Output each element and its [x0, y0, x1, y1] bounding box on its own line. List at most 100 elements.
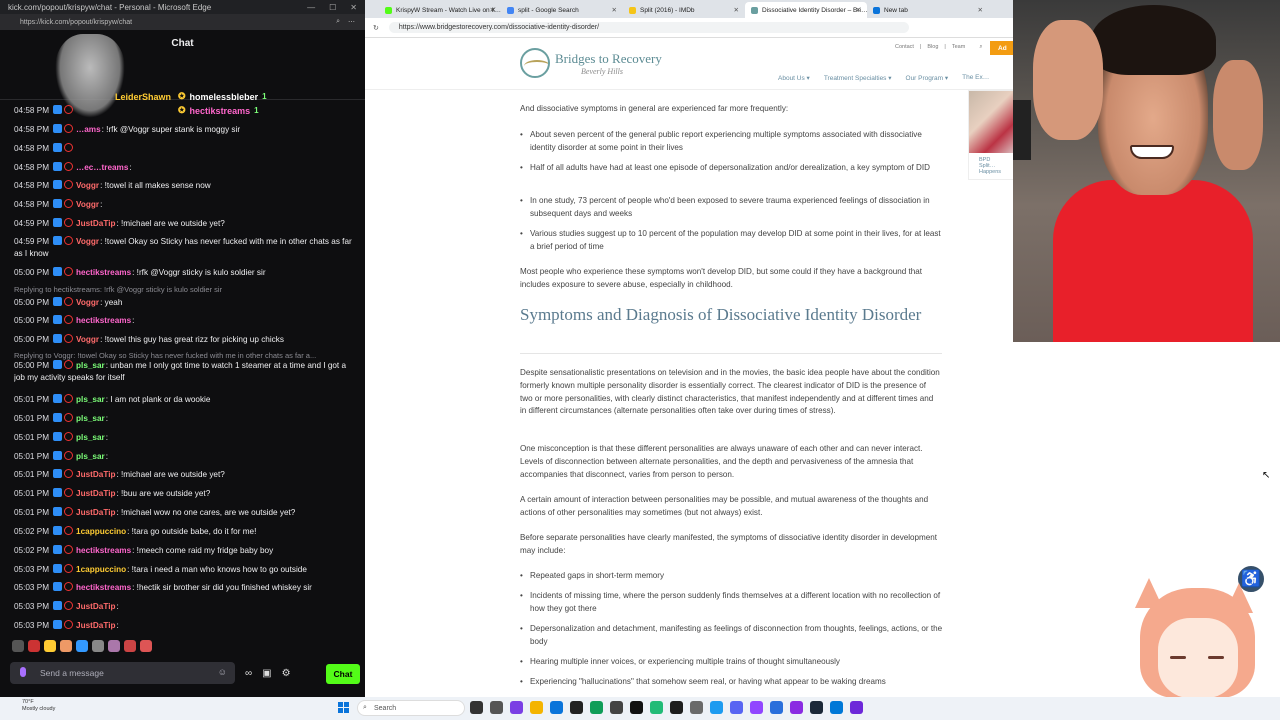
browser-tab[interactable]: split - Google Search ✕ [501, 2, 623, 18]
app-icon[interactable] [630, 701, 643, 714]
refresh-icon[interactable]: ↻ [373, 24, 379, 32]
close-tab-icon[interactable]: ✕ [490, 6, 495, 14]
zoom-icon[interactable]: ⌕ [336, 18, 340, 26]
message-username[interactable]: …ec…treams [76, 163, 128, 172]
leader-2[interactable]: ✪ homelessbleber 1 [178, 91, 267, 102]
message-username[interactable]: Voggr [76, 335, 99, 344]
app-icon[interactable] [830, 701, 843, 714]
chat-send-button[interactable]: Chat [326, 664, 360, 684]
taskbar-search[interactable]: ⌕ Search [357, 700, 465, 716]
message-username[interactable]: Voggr [76, 237, 99, 246]
tab-label: split - Google Search [518, 6, 579, 14]
app-icon[interactable] [490, 701, 503, 714]
message-username[interactable]: pls_sar [76, 395, 105, 404]
emote-icon[interactable] [12, 640, 24, 652]
folder-icon[interactable] [530, 701, 543, 714]
message-username[interactable]: JustDaTip [76, 621, 115, 630]
badge-icon [53, 124, 63, 133]
url-field[interactable]: https://www.bridgestorecovery.com/dissoc… [388, 22, 909, 33]
message-username[interactable]: Voggr [76, 298, 99, 307]
message-username[interactable]: hectikstreams [76, 546, 131, 555]
app-icon[interactable] [750, 701, 763, 714]
nav-program[interactable]: Our Program ▾ [906, 74, 949, 82]
close-tab-icon[interactable]: ✕ [612, 6, 617, 14]
message-username[interactable]: JustDaTip [76, 489, 115, 498]
reply-context[interactable]: Replying to hectikstreams: !rfk @Voggr s… [14, 285, 354, 294]
contact-link[interactable]: Contact [895, 44, 914, 51]
related-post-card[interactable]: BPD Split… Happens [968, 90, 1018, 180]
app-icon[interactable] [470, 701, 483, 714]
search-icon[interactable]: ⌕ [979, 44, 982, 51]
users-icon[interactable]: ∞ [245, 668, 252, 679]
more-icon[interactable]: ⋯ [348, 18, 355, 26]
app-icon[interactable] [790, 701, 803, 714]
close-icon[interactable]: ✕ [350, 3, 357, 12]
app-icon[interactable] [510, 701, 523, 714]
message-username[interactable]: JustDaTip [76, 508, 115, 517]
windows-start-icon[interactable] [338, 702, 349, 713]
emote-icon[interactable] [92, 640, 104, 652]
reply-context[interactable]: Replying to Voggr: !towel Okay so Sticky… [14, 351, 354, 360]
message-username[interactable]: hectikstreams [76, 268, 131, 277]
chat-url-bar[interactable]: https://kick.com/popout/krispyw/chat ⌕ ⋯ [0, 14, 365, 30]
app-icon[interactable] [610, 701, 623, 714]
edge-icon[interactable] [550, 701, 563, 714]
app-icon[interactable] [850, 701, 863, 714]
nav-more[interactable]: The Ex… [962, 74, 989, 82]
app-icon[interactable] [570, 701, 583, 714]
app-icon[interactable] [710, 701, 723, 714]
message-username[interactable]: Voggr [76, 200, 99, 209]
message-time: 04:58 PM [14, 163, 50, 172]
emote-icon[interactable] [60, 640, 72, 652]
browser-tab[interactable]: Dissociative Identity Disorder – Bri… ✕ [745, 2, 867, 18]
emote-icon[interactable] [124, 640, 136, 652]
steam-icon[interactable] [810, 701, 823, 714]
close-tab-icon[interactable]: ✕ [856, 6, 861, 14]
emote-icon[interactable] [140, 640, 152, 652]
discord-icon[interactable] [730, 701, 743, 714]
app-icon[interactable] [670, 701, 683, 714]
app-icon[interactable] [690, 701, 703, 714]
emote-icon[interactable] [108, 640, 120, 652]
emote-icon[interactable] [28, 640, 40, 652]
message-username[interactable]: …ams [76, 125, 101, 134]
browser-tab[interactable]: New tab ✕ [867, 2, 989, 18]
browser-tab[interactable]: Split (2016) - IMDb ✕ [623, 2, 745, 18]
message-username[interactable]: JustDaTip [76, 470, 115, 479]
emote-icon[interactable] [76, 640, 88, 652]
message-username[interactable]: pls_sar [76, 452, 105, 461]
blog-link[interactable]: Blog [927, 44, 938, 51]
gear-icon[interactable]: ⚙ [282, 668, 291, 679]
message-text: : [100, 200, 103, 209]
tab-label: KrispyW Stream - Watch Live on K… [396, 6, 501, 14]
message-username[interactable]: pls_sar [76, 433, 105, 442]
message-username[interactable]: pls_sar [76, 361, 105, 370]
app-icon[interactable] [650, 701, 663, 714]
nav-about[interactable]: About Us ▾ [778, 74, 810, 82]
close-tab-icon[interactable]: ✕ [978, 6, 983, 14]
message-username[interactable]: 1cappuccino [76, 565, 126, 574]
weather-widget[interactable]: 70°F Mostly cloudy [22, 699, 55, 713]
message-username[interactable]: Voggr [76, 181, 99, 190]
site-logo[interactable]: Bridges to Recovery Beverly Hills [520, 48, 662, 78]
maximize-icon[interactable]: ☐ [329, 3, 336, 12]
message-username[interactable]: 1cappuccino [76, 527, 126, 536]
message-input[interactable]: Send a message ☺ [10, 662, 235, 684]
app-icon[interactable] [770, 701, 783, 714]
team-link[interactable]: Team [952, 44, 965, 51]
gift-icon[interactable]: ▣ [262, 668, 271, 679]
message-username[interactable]: JustDaTip [76, 219, 115, 228]
close-tab-icon[interactable]: ✕ [734, 6, 739, 14]
browser-tab[interactable]: KrispyW Stream - Watch Live on K… ✕ [379, 2, 501, 18]
message-username[interactable]: pls_sar [76, 414, 105, 423]
message-time: 05:00 PM [14, 298, 50, 307]
emoji-icon[interactable]: ☺ [218, 667, 227, 677]
message-username[interactable]: JustDaTip [76, 602, 115, 611]
message-username[interactable]: hectikstreams [76, 316, 131, 325]
message-username[interactable]: hectikstreams [76, 583, 131, 592]
minimize-icon[interactable]: — [307, 3, 315, 12]
app-icon[interactable] [590, 701, 603, 714]
emote-icon[interactable] [44, 640, 56, 652]
leader-1[interactable]: LeiderShawn1 [115, 92, 171, 102]
nav-treatment[interactable]: Treatment Specialties ▾ [824, 74, 892, 82]
